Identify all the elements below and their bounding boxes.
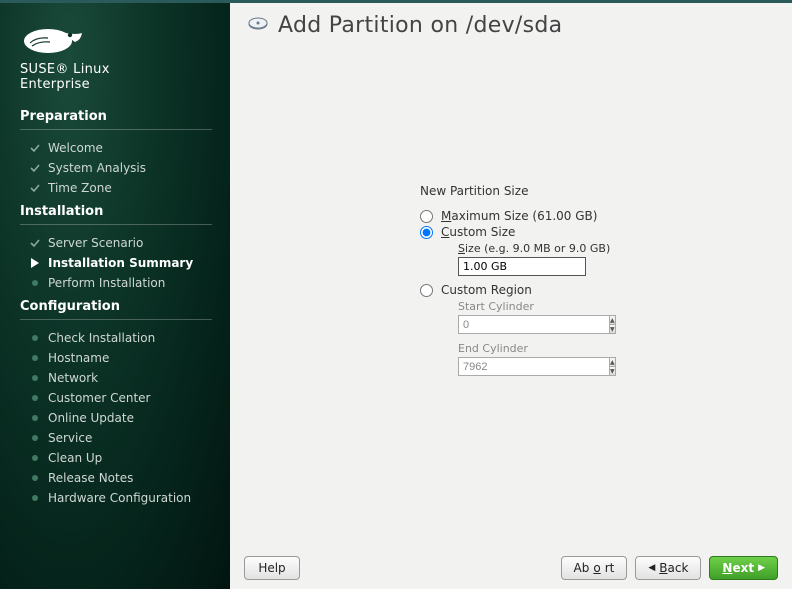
radio-custom-region[interactable]: Custom Region [420, 282, 760, 298]
bullet-icon [32, 475, 38, 481]
section-preparation: Preparation [20, 109, 212, 130]
disk-icon [248, 14, 268, 37]
start-cyl-input[interactable] [458, 315, 609, 334]
nav-check-installation: Check Installation [20, 328, 212, 348]
radio-maximum-input[interactable] [420, 210, 433, 223]
page-title: Add Partition on /dev/sda [278, 13, 562, 38]
custom-size-sub: Size (e.g. 9.0 MB or 9.0 GB) [458, 242, 760, 276]
nav-label: Release Notes [48, 471, 133, 485]
radio-maximum-size[interactable]: Maximum Size (61.00 GB) [420, 208, 760, 224]
start-cyl-label: Start Cylinder [458, 300, 760, 313]
bullet-icon [32, 495, 38, 501]
nav-perform-installation: Perform Installation [20, 273, 212, 293]
back-button[interactable]: ◀Back [635, 556, 701, 580]
spin-down-icon[interactable]: ▼ [610, 325, 615, 333]
nav-online-update: Online Update [20, 408, 212, 428]
nav-label: Online Update [48, 411, 134, 425]
nav-customer-center: Customer Center [20, 388, 212, 408]
nav-label: Hardware Configuration [48, 491, 191, 505]
nav-label: Welcome [48, 141, 103, 155]
radio-custom-region-label: Custom Region [441, 283, 532, 297]
nav-network: Network [20, 368, 212, 388]
nav-service: Service [20, 428, 212, 448]
nav-server-scenario: Server Scenario [20, 233, 212, 253]
end-cyl-label: End Cylinder [458, 342, 760, 355]
partition-size-form: New Partition Size Maximum Size (61.00 G… [420, 184, 760, 382]
triangle-left-icon: ◀ [648, 563, 655, 573]
section-installation: Installation [20, 204, 212, 225]
radio-maximum-label: Maximum Size (61.00 GB) [441, 209, 597, 223]
nav-timezone: Time Zone [20, 178, 212, 198]
size-input[interactable] [458, 257, 586, 276]
bullet-icon [32, 415, 38, 421]
end-cyl-input[interactable] [458, 357, 609, 376]
nav-hardware-config: Hardware Configuration [20, 488, 212, 508]
main-panel: Add Partition on /dev/sda New Partition … [230, 3, 792, 589]
spin-down-icon[interactable]: ▼ [610, 367, 615, 375]
footer: Help Abort ◀Back Next▶ [230, 547, 792, 589]
sidebar: SUSE® Linux Enterprise Preparation Welco… [0, 3, 230, 589]
spin-up-icon[interactable]: ▲ [610, 316, 615, 325]
check-icon [30, 238, 40, 248]
form-legend: New Partition Size [420, 184, 760, 198]
nav-label: Service [48, 431, 92, 445]
nav-label: Hostname [48, 351, 109, 365]
custom-region-sub: Start Cylinder ▲▼ End Cylinder ▲▼ [458, 300, 760, 376]
brand-text: SUSE® Linux Enterprise [20, 63, 212, 93]
nav-system-analysis: System Analysis [20, 158, 212, 178]
nav-hostname: Hostname [20, 348, 212, 368]
nav-release-notes: Release Notes [20, 468, 212, 488]
nav-label: System Analysis [48, 161, 146, 175]
radio-custom-size[interactable]: Custom Size [420, 224, 760, 240]
nav-label: Time Zone [48, 181, 112, 195]
help-button[interactable]: Help [244, 556, 300, 580]
installer-window: SUSE® Linux Enterprise Preparation Welco… [0, 0, 792, 589]
bullet-icon [32, 435, 38, 441]
bullet-icon [32, 335, 38, 341]
spinner-buttons[interactable]: ▲▼ [609, 357, 616, 376]
check-icon [30, 163, 40, 173]
nav-label: Perform Installation [48, 276, 165, 290]
bullet-icon [32, 355, 38, 361]
radio-custom-size-input[interactable] [420, 226, 433, 239]
arrow-icon [30, 258, 40, 268]
nav-welcome: Welcome [20, 138, 212, 158]
bullet-icon [32, 455, 38, 461]
title-bar: Add Partition on /dev/sda [230, 3, 792, 44]
nav-label: Check Installation [48, 331, 155, 345]
radio-custom-size-label: Custom Size [441, 225, 515, 239]
content-area: New Partition Size Maximum Size (61.00 G… [230, 44, 792, 547]
triangle-right-icon: ▶ [758, 563, 765, 573]
suse-logo [20, 21, 212, 55]
check-icon [30, 143, 40, 153]
bullet-icon [32, 395, 38, 401]
start-cyl-spinner[interactable]: ▲▼ [458, 315, 586, 334]
bullet-icon [32, 280, 38, 286]
brand-line1: SUSE® Linux [20, 63, 212, 78]
end-cyl-spinner[interactable]: ▲▼ [458, 357, 586, 376]
nav-label: Installation Summary [48, 256, 193, 270]
check-icon [30, 183, 40, 193]
radio-custom-region-input[interactable] [420, 284, 433, 297]
spin-up-icon[interactable]: ▲ [610, 358, 615, 367]
next-button[interactable]: Next▶ [709, 556, 778, 580]
abort-button[interactable]: Abort [561, 556, 628, 580]
nav-label: Customer Center [48, 391, 151, 405]
nav-label: Server Scenario [48, 236, 143, 250]
section-configuration: Configuration [20, 299, 212, 320]
bullet-icon [32, 375, 38, 381]
nav-installation-summary: Installation Summary [20, 253, 212, 273]
size-field-label: Size (e.g. 9.0 MB or 9.0 GB) [458, 242, 760, 255]
nav-label: Network [48, 371, 98, 385]
nav-clean-up: Clean Up [20, 448, 212, 468]
brand-line2: Enterprise [20, 78, 212, 93]
nav-label: Clean Up [48, 451, 102, 465]
spinner-buttons[interactable]: ▲▼ [609, 315, 616, 334]
